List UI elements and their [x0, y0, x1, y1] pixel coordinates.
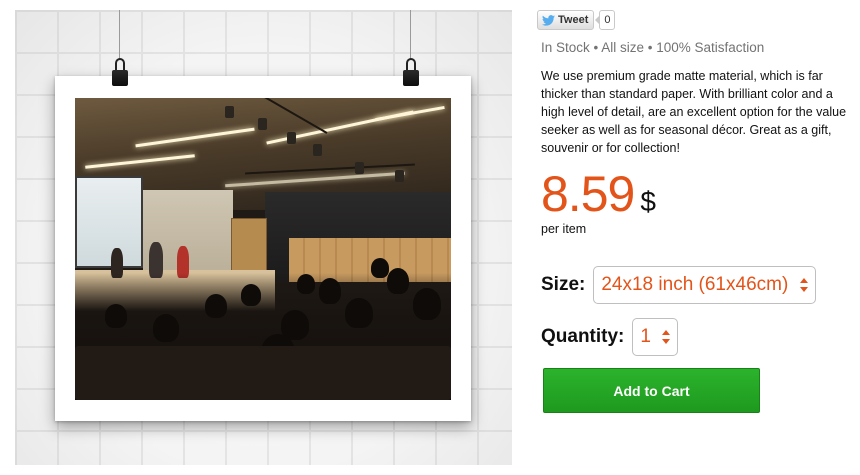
price: 8.59 $ [541, 166, 656, 222]
product-description: We use premium grade matte material, whi… [541, 69, 847, 155]
social-share-row: Tweet 0 [537, 9, 616, 31]
product-info-panel: Tweet 0 In Stock • All size • 100% Satis… [537, 0, 860, 475]
poster-frame [55, 76, 471, 421]
quantity-option: Quantity: 1 [541, 318, 679, 356]
size-label: Size: [541, 274, 586, 295]
poster-photo [75, 98, 451, 400]
price-value: 8.59 [541, 166, 635, 222]
hanging-string-left [119, 10, 120, 60]
select-arrows-icon [662, 330, 671, 344]
quantity-label: Quantity: [541, 326, 625, 347]
size-select[interactable]: 24x18 inch (61x46cm) [593, 266, 817, 304]
price-currency: $ [640, 186, 656, 217]
hanging-string-right [410, 10, 411, 60]
product-image [15, 10, 512, 465]
binder-clip-left-icon [112, 58, 128, 88]
tweet-count: 0 [595, 10, 616, 30]
size-select-value: 24x18 inch (61x46cm) [601, 274, 789, 295]
tweet-button[interactable]: Tweet [537, 10, 595, 30]
quantity-select-value: 1 [640, 326, 651, 347]
stock-info: In Stock • All size • 100% Satisfaction [541, 40, 765, 55]
size-option: Size: 24x18 inch (61x46cm) [541, 266, 817, 304]
add-to-cart-button[interactable]: Add to Cart [543, 368, 760, 413]
quantity-select[interactable]: 1 [632, 318, 679, 356]
price-unit: per item [541, 222, 587, 236]
binder-clip-right-icon [403, 58, 419, 88]
tweet-label: Tweet [558, 14, 589, 26]
twitter-bird-icon [542, 14, 555, 26]
select-arrows-icon [800, 278, 809, 292]
